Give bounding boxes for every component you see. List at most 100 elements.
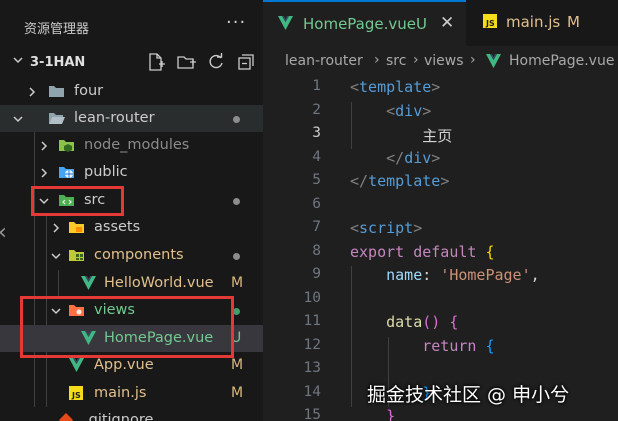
chevron-right-icon: [38, 159, 50, 186]
line-number: 15: [303, 407, 321, 421]
code-token: 'HomePage': [440, 266, 531, 284]
tree-item-label: four: [74, 83, 104, 99]
code-token: <: [350, 219, 360, 237]
code-token: script: [359, 219, 414, 237]
code-token: template: [359, 78, 432, 96]
line-number: 11: [303, 313, 321, 329]
tree-item-gitignore[interactable]: .gitignore: [0, 407, 263, 421]
code-line: }: [350, 407, 395, 421]
git-status-badge: M: [231, 385, 244, 401]
chevron-left-icon[interactable]: ‹: [0, 220, 7, 245]
tab-git-status: U: [416, 15, 427, 33]
tab-bar: HomePage.vue U ✕ JS main.js M: [263, 0, 618, 46]
code-token: >: [431, 148, 441, 167]
breadcrumb: lean-router › src › views › HomePage.vue: [263, 46, 618, 76]
chevron-right-icon: ›: [374, 52, 380, 68]
git-status-badge: M: [231, 357, 244, 373]
code-token: >: [422, 101, 432, 120]
tree-item-label: .gitignore: [84, 412, 154, 421]
tree-item-lean-router[interactable]: lean-router: [0, 105, 263, 132]
tab-label: main.js: [506, 13, 561, 31]
chevron-right-icon: [38, 132, 50, 159]
tree-item-four[interactable]: four: [0, 78, 263, 105]
code-token: </: [350, 172, 369, 190]
public-folder-icon: [58, 164, 75, 180]
tree-item-assets[interactable]: assets: [0, 214, 263, 241]
tree-item-label: App.vue: [94, 357, 154, 373]
chevron-down-icon: [12, 54, 24, 70]
vue-file-icon: [80, 275, 97, 291]
chevron-right-icon: [50, 214, 62, 241]
explorer-sidebar: 资源管理器 ··· 3-1HAN four lean-router node_m…: [0, 0, 263, 421]
line-number: 8: [312, 242, 321, 259]
tree-item-components[interactable]: components: [0, 242, 263, 269]
folder-icon: [48, 83, 65, 99]
tree-item-public[interactable]: public: [0, 159, 263, 186]
vue-file-icon: [68, 357, 85, 373]
code-line: </div>: [350, 149, 440, 167]
svg-text:JS: JS: [485, 19, 495, 28]
tree-item-label: HelloWorld.vue: [104, 275, 214, 291]
code-line: data() {: [350, 313, 458, 331]
untracked-indicator: [233, 308, 240, 315]
line-number: 5: [312, 172, 321, 188]
tree-item-main-js[interactable]: JS main.js M: [0, 380, 263, 407]
tab-main-js[interactable]: JS main.js M: [466, 0, 618, 46]
line-number: 4: [312, 148, 321, 165]
tab-git-status: M: [567, 13, 580, 31]
svg-text:JS: JS: [71, 391, 81, 400]
more-actions-icon[interactable]: ···: [226, 12, 246, 33]
line-number: 14: [303, 383, 321, 400]
code-line: export default {: [350, 243, 495, 261]
breadcrumb-item[interactable]: src: [386, 53, 406, 69]
code-token: template: [368, 172, 441, 190]
editor-area: HomePage.vue U ✕ JS main.js M lean-route…: [263, 0, 618, 421]
collapse-all-icon[interactable]: [236, 52, 256, 72]
breadcrumb-item[interactable]: lean-router: [285, 53, 363, 69]
vue-file-icon: [277, 15, 294, 31]
git-status-badge: M: [231, 275, 244, 291]
new-folder-icon[interactable]: [176, 52, 196, 72]
code-token: >: [440, 172, 450, 190]
code-token: >: [413, 219, 423, 237]
workspace-section-header[interactable]: 3-1HAN: [0, 48, 263, 78]
code-token: div: [395, 101, 423, 120]
assets-folder-icon: [68, 219, 85, 235]
git-file-icon: [58, 412, 75, 421]
tree-item-label: components: [94, 247, 184, 263]
line-number: 6: [312, 195, 321, 212]
folder-open-icon: [48, 110, 65, 126]
tree-item-helloworld-vue[interactable]: HelloWorld.vue M: [0, 270, 263, 297]
code-line: <template>: [350, 78, 440, 96]
code-token: >: [431, 78, 441, 96]
modified-indicator: [233, 116, 240, 123]
line-number: 9: [312, 266, 321, 282]
new-file-icon[interactable]: [146, 52, 166, 72]
code-line: <div>: [350, 102, 431, 120]
code-token: export: [350, 242, 405, 261]
code-token: ,: [530, 266, 540, 284]
js-file-icon: JS: [68, 385, 85, 401]
breadcrumb-item[interactable]: views: [424, 53, 464, 69]
code-editor[interactable]: 1 <template> 2 <div> 3 主页 4 </div> 5 </templat…: [263, 76, 618, 421]
code-token: 主页: [350, 127, 453, 145]
chevron-down-icon: [50, 242, 62, 269]
code-token: {: [485, 242, 495, 261]
indent-guide: [351, 101, 352, 149]
code-token: div: [404, 148, 432, 167]
indent-guide: [351, 266, 352, 407]
vue-file-icon: [485, 53, 502, 69]
highlight-box-views: [20, 296, 234, 358]
refresh-icon[interactable]: [206, 52, 226, 72]
tab-homepage-vue[interactable]: HomePage.vue U ✕: [263, 0, 466, 46]
line-number: 7: [312, 219, 321, 235]
close-icon[interactable]: ✕: [440, 13, 454, 33]
code-token: <: [386, 101, 396, 120]
code-token: :: [422, 266, 441, 284]
tree-item-label: assets: [94, 219, 141, 235]
tree-item-node-modules[interactable]: node_modules: [0, 132, 263, 159]
breadcrumb-item[interactable]: HomePage.vue: [509, 53, 614, 69]
